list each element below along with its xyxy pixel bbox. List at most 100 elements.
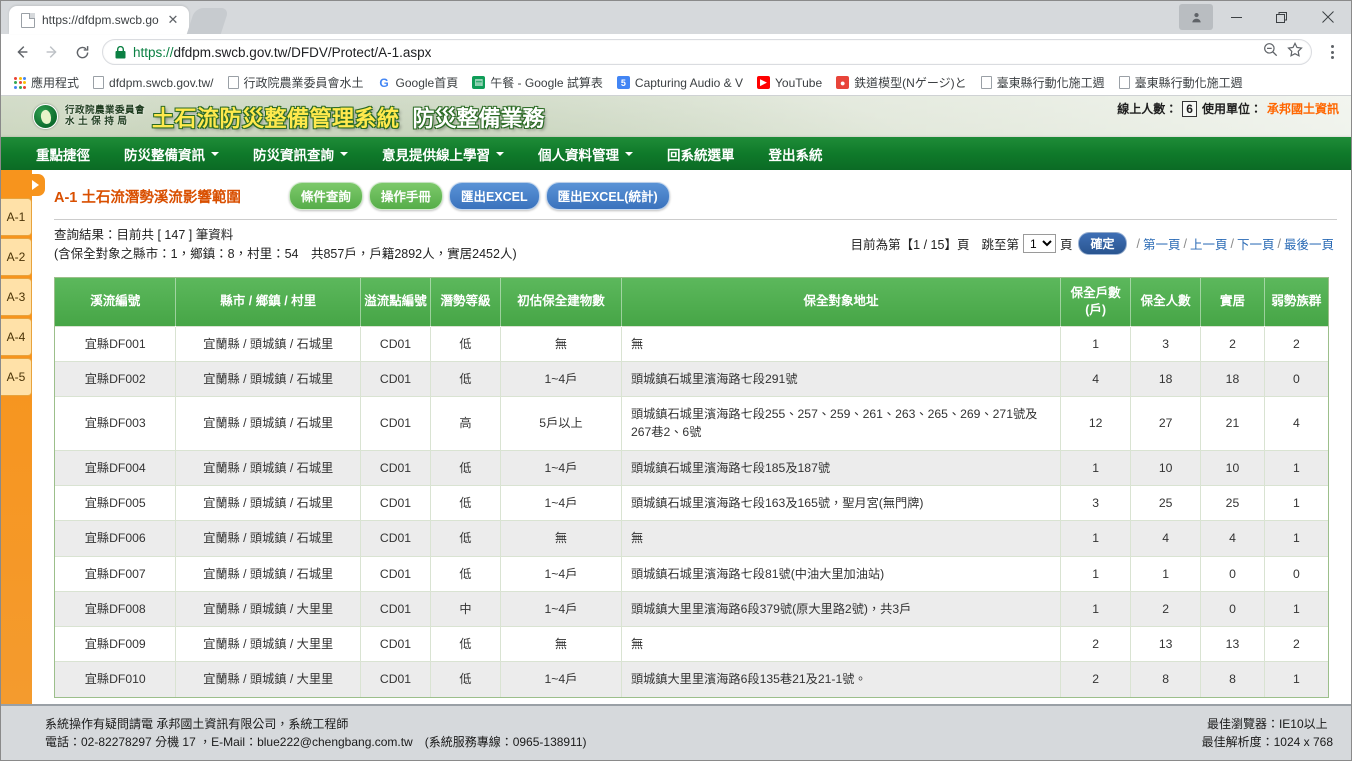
- close-window-button[interactable]: [1305, 1, 1351, 33]
- browser-tab[interactable]: https://dfdpm.swcb.go ✕: [9, 6, 189, 34]
- first-page-link[interactable]: 第一頁: [1143, 234, 1181, 253]
- bookmark-item[interactable]: 5 Capturing Audio & V: [610, 74, 750, 92]
- cell-building-count: 無: [500, 325, 622, 362]
- col-potential-level: 潛勢等級: [430, 277, 502, 326]
- new-tab-button[interactable]: [186, 8, 230, 34]
- cell-address: 頭城鎮石城里濱海路七段255、257、259、261、263、265、269、2…: [621, 396, 1062, 451]
- export-excel-stats-button[interactable]: 匯出EXCEL(統計): [545, 182, 670, 210]
- bookmark-item[interactable]: 臺東縣行動化施工週: [974, 72, 1112, 93]
- condition-query-button[interactable]: 條件查詢: [288, 182, 363, 210]
- browser-menu-icon[interactable]: [1319, 45, 1345, 59]
- cell-stream-code: 宜縣DF001: [55, 325, 177, 362]
- page-icon: [227, 76, 239, 89]
- cell-people: 18: [1130, 360, 1202, 397]
- cell-area: 宜蘭縣 / 頭城鎮 / 石城里: [175, 325, 362, 362]
- nav-item-query[interactable]: 防災資訊查詢: [236, 137, 365, 170]
- bookmark-item[interactable]: ▶ YouTube: [750, 74, 829, 92]
- col-address: 保全對象地址: [621, 277, 1062, 326]
- cell-potential-level: 低: [430, 484, 502, 521]
- cell-address: 頭城鎮石城里濱海路七段163及165號，聖月宮(無門牌): [621, 484, 1062, 521]
- close-tab-icon[interactable]: ✕: [165, 12, 181, 28]
- table-row[interactable]: 宜縣DF001 宜蘭縣 / 頭城鎮 / 石城里 CD01 低無無 1 3 2 2: [55, 325, 1328, 362]
- bookmark-item[interactable]: 行政院農業委員會水土: [221, 72, 371, 93]
- table-row[interactable]: 宜縣DF002 宜蘭縣 / 頭城鎮 / 石城里 CD01 低 1~4戶 頭城鎮石城里濱海路…: [55, 360, 1328, 397]
- manual-button[interactable]: 操作手冊: [368, 182, 443, 210]
- last-page-link[interactable]: 最後一頁: [1284, 234, 1334, 253]
- nav-item-prep-info[interactable]: 防災整備資訊: [107, 137, 236, 170]
- cell-potential-level: 高: [430, 396, 502, 451]
- nav-item-learning[interactable]: 意見提供線上學習: [365, 137, 521, 170]
- bookmark-apps[interactable]: 應用程式: [7, 72, 86, 93]
- page-icon: [1118, 76, 1130, 89]
- table-row[interactable]: 宜縣DF010 宜蘭縣 / 頭城鎮 / 大里里 CD01 低 1~4戶 頭城鎮大里里濱海路…: [55, 661, 1328, 697]
- sidebar-item-a1[interactable]: A-1: [1, 198, 32, 236]
- bookmark-item[interactable]: ● 鉄道模型(Nゲージ)と: [829, 72, 973, 93]
- footer-contact: 系統操作有疑問請電 承邦國土資訊有限公司，系統工程師 電話：02-8227829…: [45, 715, 587, 751]
- footer-line2: 電話：02-82278297 分機 17 ，E-Mail：blue222@che…: [45, 735, 587, 749]
- sidebar-item-a2[interactable]: A-2: [1, 238, 32, 276]
- address-bar[interactable]: https://dfdpm.swcb.gov.tw/DFDV/Protect/A…: [102, 39, 1312, 65]
- cell-stream-code: 宜縣DF004: [55, 449, 177, 486]
- cell-resident: 21: [1200, 396, 1265, 451]
- table-row[interactable]: 宜縣DF007 宜蘭縣 / 頭城鎮 / 石城里 CD01 低 1~4戶 頭城鎮石城里濱海路…: [55, 555, 1328, 592]
- bookmark-item[interactable]: 臺東縣行動化施工週: [1112, 72, 1250, 93]
- bookmark-star-icon[interactable]: [1287, 41, 1303, 63]
- export-excel-button[interactable]: 匯出EXCEL: [448, 182, 540, 210]
- cell-vulnerable: 1: [1264, 590, 1328, 627]
- cell-overflow-point: CD01: [360, 555, 432, 592]
- minimize-button[interactable]: [1213, 1, 1259, 33]
- cell-building-count: 1~4戶: [500, 661, 622, 697]
- slides-icon: 5: [616, 76, 630, 89]
- cell-households: 2: [1060, 661, 1132, 697]
- sidebar-item-a4[interactable]: A-4: [1, 318, 32, 356]
- bookmarks-bar: 應用程式 dfdpm.swcb.gov.tw/ 行政院農業委員會水土 G Goo…: [1, 70, 1351, 96]
- sidebar-expand-icon[interactable]: [23, 174, 45, 196]
- chevron-down-icon: [340, 151, 348, 156]
- forward-icon[interactable]: [37, 37, 67, 67]
- table-row[interactable]: 宜縣DF009 宜蘭縣 / 頭城鎮 / 大里里 CD01 低無無 2 13 13 2: [55, 626, 1328, 662]
- cell-resident: 2: [1200, 325, 1265, 362]
- page-select[interactable]: 1 2 3 4 5: [1022, 234, 1056, 253]
- nav-item-logout[interactable]: 登出系統: [752, 137, 840, 170]
- sidebar-item-a3[interactable]: A-3: [1, 278, 32, 316]
- cell-people: 3: [1130, 325, 1202, 362]
- table-row[interactable]: 宜縣DF008 宜蘭縣 / 頭城鎮 / 大里里 CD01 中 1~4戶 頭城鎮大里里濱海路…: [55, 590, 1328, 627]
- bookmark-item[interactable]: dfdpm.swcb.gov.tw/: [86, 74, 220, 92]
- bookmark-item[interactable]: G Google首頁: [371, 72, 466, 93]
- nav-item-shortcuts[interactable]: 重點捷徑: [19, 137, 107, 170]
- cell-people: 8: [1130, 661, 1202, 697]
- confirm-page-button[interactable]: 確定: [1078, 232, 1127, 255]
- bookmark-label: dfdpm.swcb.gov.tw/: [109, 75, 214, 90]
- browser-titlebar: https://dfdpm.swcb.go ✕: [1, 1, 1351, 34]
- table-row[interactable]: 宜縣DF004 宜蘭縣 / 頭城鎮 / 石城里 CD01 低 1~4戶 頭城鎮石城里濱海路…: [55, 449, 1328, 486]
- nav-item-system-menu[interactable]: 回系統選單: [650, 137, 752, 170]
- tab-title: https://dfdpm.swcb.go: [42, 13, 159, 27]
- table-row[interactable]: 宜縣DF006 宜蘭縣 / 頭城鎮 / 石城里 CD01 低無無 1 4 4 1: [55, 520, 1328, 557]
- lock-icon: [115, 45, 126, 59]
- table-row[interactable]: 宜縣DF005 宜蘭縣 / 頭城鎮 / 石城里 CD01 低 1~4戶 頭城鎮石城里濱海路…: [55, 484, 1328, 521]
- next-page-link[interactable]: 下一頁: [1237, 234, 1275, 253]
- cell-households: 1: [1060, 325, 1132, 362]
- cell-address: 頭城鎮石城里濱海路七段81號(中油大里加油站): [621, 555, 1062, 592]
- cell-resident: 8: [1200, 661, 1265, 697]
- prev-page-link[interactable]: 上一頁: [1190, 234, 1228, 253]
- bookmark-item[interactable]: ▤ 午餐 - Google 試算表: [465, 72, 610, 93]
- sidebar-item-a5[interactable]: A-5: [1, 358, 32, 396]
- col-area: 縣市 / 鄉鎮 / 村里: [175, 277, 362, 326]
- maximize-restore-button[interactable]: [1259, 1, 1305, 33]
- sidebar-item-label: A-2: [6, 250, 26, 264]
- cell-stream-code: 宜縣DF008: [55, 590, 177, 627]
- profile-icon[interactable]: [1179, 4, 1213, 30]
- back-icon[interactable]: [7, 37, 37, 67]
- nav-item-personal-data[interactable]: 個人資料管理: [521, 137, 650, 170]
- swcb-logo-icon: [33, 104, 58, 129]
- col-building-count: 初估保全建物數: [500, 277, 622, 326]
- system-title: 土石流防災整備管理系統: [152, 105, 400, 131]
- bookmark-label: 鉄道模型(Nゲージ)と: [854, 76, 967, 90]
- apps-grid-icon: [14, 76, 26, 89]
- cell-resident: 13: [1200, 626, 1265, 662]
- reload-icon[interactable]: [67, 37, 97, 67]
- cell-households: 12: [1060, 396, 1132, 451]
- zoom-out-icon[interactable]: [1263, 42, 1278, 62]
- table-row[interactable]: 宜縣DF003 宜蘭縣 / 頭城鎮 / 石城里 CD01 高 5戶以上 頭城鎮石城里濱海路…: [55, 396, 1328, 451]
